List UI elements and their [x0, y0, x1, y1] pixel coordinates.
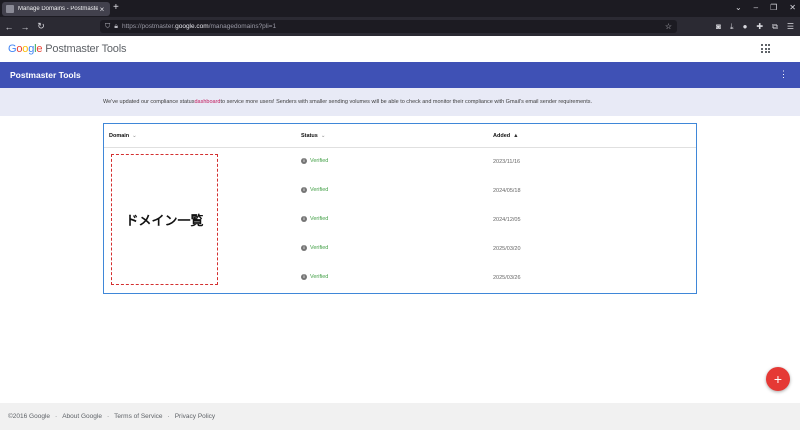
privacy-policy-link[interactable]: Privacy Policy	[175, 413, 215, 420]
reload-icon[interactable]: ↻	[34, 21, 48, 32]
domains-table: Domain ⌄ Status ⌄ Added ▲ i Verified 2023/11…	[103, 123, 697, 294]
browser-toolbar: ← → ↻ ⛉ 🔒︎ https://postmaster.google.com…	[0, 17, 800, 36]
terms-of-service-link[interactable]: Terms of Service	[114, 413, 162, 420]
bookmark-star-icon[interactable]: ☆	[665, 22, 672, 31]
sort-icon[interactable]: ⌄	[132, 133, 137, 139]
maximize-icon[interactable]: ❐	[770, 2, 777, 14]
app-bar: Postmaster Tools ⋮	[0, 62, 800, 88]
copyright: ©2016 Google	[8, 413, 51, 420]
info-icon: i	[301, 187, 307, 193]
download-icon[interactable]: ⤓	[730, 20, 734, 33]
new-tab-button[interactable]: +	[113, 2, 119, 14]
window-controls: ⌄ – ❐ ✕	[735, 2, 796, 14]
pocket-icon[interactable]: ◙	[716, 20, 721, 33]
about-google-link[interactable]: About Google	[62, 413, 102, 420]
extensions-icon[interactable]: ✚	[756, 20, 763, 33]
table-header: Domain ⌄ Status ⌄ Added ▲	[104, 124, 696, 148]
info-icon: i	[301, 274, 307, 280]
dashboard-link[interactable]: dashboard	[194, 99, 220, 105]
toolbar-actions: ◙ ⤓ ● ✚ ⧉ ☰	[716, 20, 794, 33]
column-header-added[interactable]: Added ▲	[493, 133, 519, 139]
domain-list-redaction: ドメイン一覧	[111, 154, 218, 285]
close-window-icon[interactable]: ✕	[789, 2, 796, 14]
back-icon[interactable]: ←	[2, 22, 16, 32]
close-tab-icon[interactable]: ×	[98, 5, 106, 14]
sort-ascending-icon[interactable]: ▲	[513, 133, 518, 139]
status-cell: i Verified	[301, 158, 328, 164]
url-text[interactable]: https://postmaster.google.com/managedoma…	[122, 23, 665, 30]
extension-icon[interactable]: ⧉	[772, 20, 778, 33]
minimize-icon[interactable]: –	[754, 2, 758, 14]
app-header: Google Postmaster Tools	[0, 36, 800, 62]
add-domain-button[interactable]: +	[766, 367, 790, 391]
account-icon[interactable]: ●	[743, 20, 748, 33]
column-header-status[interactable]: Status ⌄	[301, 133, 325, 139]
google-postmaster-logo[interactable]: Google Postmaster Tools	[8, 43, 126, 55]
info-icon: i	[301, 158, 307, 164]
compliance-notice: We've updated our compliance status dash…	[0, 88, 800, 116]
added-date: 2025/03/20	[493, 246, 521, 252]
column-header-domain[interactable]: Domain ⌄	[109, 133, 137, 139]
footer: ©2016 Google · About Google · Terms of S…	[0, 403, 800, 430]
sort-icon[interactable]: ⌄	[321, 133, 326, 139]
app-bar-title: Postmaster Tools	[10, 70, 81, 80]
status-cell: i Verified	[301, 245, 328, 251]
status-cell: i Verified	[301, 216, 328, 222]
tab-title: Manage Domains - Postmaster	[18, 6, 98, 12]
added-date: 2024/12/05	[493, 217, 521, 223]
more-options-icon[interactable]: ⋮	[779, 69, 788, 79]
google-apps-icon[interactable]	[761, 44, 770, 53]
list-tabs-icon[interactable]: ⌄	[735, 2, 742, 14]
added-date: 2025/03/26	[493, 275, 521, 281]
status-cell: i Verified	[301, 187, 328, 193]
added-date: 2023/11/16	[493, 159, 521, 165]
mail-favicon-icon	[6, 5, 14, 13]
browser-tab[interactable]: Manage Domains - Postmaster ×	[2, 2, 110, 16]
browser-tab-strip: Manage Domains - Postmaster × + ⌄ – ❐ ✕	[0, 0, 800, 17]
shield-icon[interactable]: ⛉	[105, 23, 110, 31]
added-date: 2024/05/18	[493, 188, 521, 194]
url-bar[interactable]: ⛉ 🔒︎ https://postmaster.google.com/manag…	[100, 20, 677, 33]
info-icon: i	[301, 216, 307, 222]
lock-icon[interactable]: 🔒︎	[114, 23, 118, 31]
info-icon: i	[301, 245, 307, 251]
menu-icon[interactable]: ☰	[787, 20, 794, 33]
status-cell: i Verified	[301, 274, 328, 280]
forward-icon[interactable]: →	[18, 22, 32, 32]
